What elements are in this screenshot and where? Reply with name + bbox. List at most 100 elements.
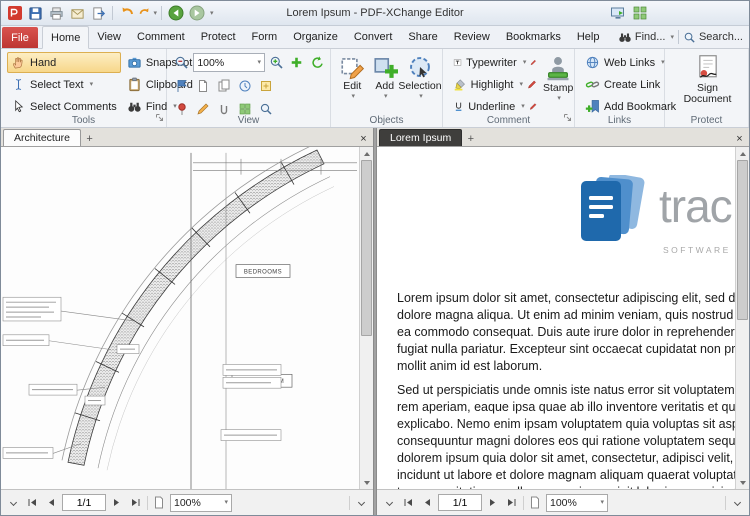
first-page-button[interactable] xyxy=(24,495,40,511)
vertical-scrollbar[interactable] xyxy=(735,147,749,489)
new-tab-button[interactable]: + xyxy=(82,131,97,146)
statusbar-collapse-icon[interactable] xyxy=(5,495,21,511)
thumbnails-panel-icon[interactable] xyxy=(194,77,212,95)
ribbon-group-protect: Sign Document Protect xyxy=(665,49,749,127)
search-quick-button[interactable]: Search... xyxy=(683,31,743,44)
selection-button[interactable]: Selection ▾ xyxy=(402,52,438,100)
paragraph: Sed ut perspiciatis unde omnis iste natu… xyxy=(397,382,735,489)
bookmarks-panel-icon[interactable] xyxy=(173,77,191,95)
scrollbar-thumb[interactable] xyxy=(737,160,748,320)
right-pane: Lorem Ipsum + × trac xyxy=(377,128,749,515)
tab-architecture-document[interactable]: Architecture xyxy=(3,129,81,146)
back-button[interactable] xyxy=(166,4,185,23)
stamp-button[interactable]: Stamp ▾ xyxy=(543,52,573,118)
web-links-label: Web Links xyxy=(604,57,655,69)
tab-lorem-ipsum-document[interactable]: Lorem Ipsum xyxy=(379,129,462,146)
first-page-button[interactable] xyxy=(400,495,416,511)
edit-objects-label: Edit xyxy=(343,81,361,92)
export-button[interactable] xyxy=(89,4,108,23)
document-area: Architecture + × xyxy=(1,128,749,515)
scroll-down-icon[interactable] xyxy=(360,476,373,489)
page-layout-icon[interactable] xyxy=(151,495,167,511)
add-object-icon xyxy=(372,54,398,80)
page-number-input[interactable] xyxy=(438,494,482,511)
redo-button[interactable]: ▾ xyxy=(138,4,157,23)
content-panel-icon[interactable] xyxy=(215,77,233,95)
tab-help[interactable]: Help xyxy=(569,26,608,48)
statusbar-options-icon[interactable] xyxy=(729,495,745,511)
highlighter-icon xyxy=(453,77,467,92)
next-page-button[interactable] xyxy=(485,495,501,511)
edit-objects-button[interactable]: Edit ▾ xyxy=(337,52,368,100)
previous-page-button[interactable] xyxy=(419,495,435,511)
page-number-input[interactable] xyxy=(62,494,106,511)
vertical-scrollbar[interactable] xyxy=(359,147,373,489)
last-page-button[interactable] xyxy=(128,495,144,511)
divider xyxy=(725,496,726,510)
rotate-view-button[interactable] xyxy=(309,54,326,72)
tab-share[interactable]: Share xyxy=(400,26,445,48)
zoom-add-button[interactable] xyxy=(288,54,305,72)
print-button[interactable] xyxy=(47,4,66,23)
scroll-down-icon[interactable] xyxy=(736,476,749,489)
tab-convert[interactable]: Convert xyxy=(346,26,401,48)
quick-access-caret-icon[interactable]: ▾ xyxy=(210,10,214,17)
zoom-level-select[interactable]: 100% ▾ xyxy=(193,53,265,72)
underline-label: Underline xyxy=(468,101,515,113)
email-button[interactable] xyxy=(68,4,87,23)
statusbar-collapse-icon[interactable] xyxy=(381,495,397,511)
page-layout-icon[interactable] xyxy=(527,495,543,511)
zoom-out-button[interactable] xyxy=(173,54,190,72)
tab-comment[interactable]: Comment xyxy=(129,26,193,48)
close-document-icon[interactable]: × xyxy=(732,131,747,146)
previous-page-button[interactable] xyxy=(43,495,59,511)
tab-form[interactable]: Form xyxy=(244,26,286,48)
highlight-caret-icon: ▾ xyxy=(519,81,523,88)
scroll-up-icon[interactable] xyxy=(360,147,373,160)
lorem-ipsum-page: trac SOFTWARE P Lorem ipsum dolor sit am… xyxy=(377,147,735,489)
tab-protect[interactable]: Protect xyxy=(193,26,244,48)
text-line: explicabo. Nemo enim ipsam voluptatem qu… xyxy=(397,416,735,433)
tile-windows-icon[interactable] xyxy=(630,4,649,23)
titlebar-divider xyxy=(161,6,162,20)
zoom-in-button[interactable] xyxy=(268,54,285,72)
tab-lorem-ipsum-label: Lorem Ipsum xyxy=(390,132,451,144)
highlight-button[interactable]: Highlight ▾ xyxy=(449,74,541,95)
close-document-icon[interactable]: × xyxy=(356,131,371,146)
ui-switch-icon[interactable] xyxy=(608,4,627,23)
tab-home[interactable]: Home xyxy=(42,26,89,49)
dialog-launcher-icon[interactable] xyxy=(155,113,164,125)
scrollbar-thumb[interactable] xyxy=(361,160,372,336)
tab-organize[interactable]: Organize xyxy=(285,26,346,48)
underline-button[interactable]: Underline ▾ xyxy=(449,96,541,117)
new-tab-button[interactable]: + xyxy=(463,131,478,146)
next-page-button[interactable] xyxy=(109,495,125,511)
statusbar-options-icon[interactable] xyxy=(353,495,369,511)
select-text-button[interactable]: Select Text ▾ xyxy=(7,74,121,95)
left-pane: Architecture + × xyxy=(1,128,373,515)
tab-view[interactable]: View xyxy=(89,26,129,48)
undo-button[interactable] xyxy=(117,4,136,23)
tab-review[interactable]: Review xyxy=(446,26,498,48)
scrollbar-track[interactable] xyxy=(360,160,373,476)
scroll-up-icon[interactable] xyxy=(736,147,749,160)
hand-tool-button[interactable]: Hand xyxy=(7,52,121,73)
zoom-select[interactable]: 100% ▾ xyxy=(546,494,608,512)
last-page-button[interactable] xyxy=(504,495,520,511)
zoom-caret-icon: ▾ xyxy=(257,59,261,66)
find-quick-button[interactable]: Find... ▾ xyxy=(618,30,674,44)
tab-bookmarks[interactable]: Bookmarks xyxy=(498,26,569,48)
sign-document-button[interactable]: Sign Document xyxy=(677,52,739,105)
forward-button[interactable] xyxy=(187,4,206,23)
history-panel-icon[interactable] xyxy=(236,77,254,95)
add-objects-button[interactable]: Add ▾ xyxy=(370,52,401,100)
dialog-launcher-icon[interactable] xyxy=(563,113,572,125)
save-button[interactable] xyxy=(26,4,45,23)
typewriter-button[interactable]: Typewriter ▾ xyxy=(449,52,541,73)
file-tab[interactable]: File xyxy=(2,27,38,48)
architecture-drawing: BEDROOMS LIVING ROOM xyxy=(1,147,359,489)
destinations-panel-icon[interactable] xyxy=(257,77,275,95)
select-comments-button[interactable]: Select Comments xyxy=(7,96,121,117)
scrollbar-track[interactable] xyxy=(736,160,749,476)
zoom-select[interactable]: 100% ▾ xyxy=(170,494,232,512)
